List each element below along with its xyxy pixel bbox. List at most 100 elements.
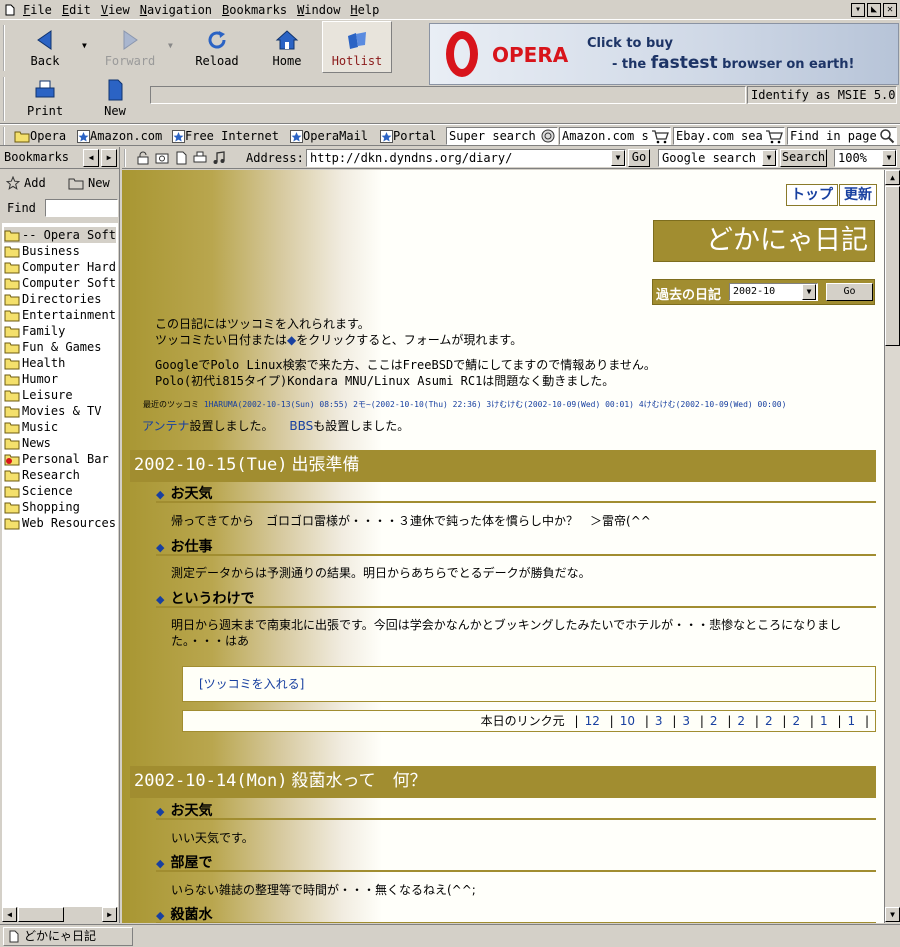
find-in-page-field[interactable]: Find in page xyxy=(787,127,897,145)
camera-icon[interactable] xyxy=(155,151,169,165)
bookmark-folder[interactable]: Health xyxy=(4,355,116,371)
diamond-icon[interactable]: ◆ xyxy=(156,909,164,922)
menu-help[interactable]: Help xyxy=(345,0,384,20)
ebay-search-field[interactable]: Ebay.com sea xyxy=(673,127,785,145)
recent-comment-link[interactable]: 4けむけむ(2002-10-09(Wed) 00:00) xyxy=(639,400,787,409)
menu-window[interactable]: Window xyxy=(292,0,345,20)
scroll-up-icon[interactable]: ▲ xyxy=(885,170,900,185)
menu-edit[interactable]: Edit xyxy=(57,0,96,20)
recent-comment-link[interactable]: 2モ~(2002-10-10(Thu) 22:36) xyxy=(353,400,481,409)
search-engine-select[interactable]: Google search xyxy=(658,149,778,167)
menu-file[interactable]: File xyxy=(18,0,57,20)
menu-navigation[interactable]: Navigation xyxy=(135,0,217,20)
search-globe-icon[interactable] xyxy=(540,128,556,144)
toolbar-grip-2[interactable] xyxy=(3,77,9,121)
menu-bookmarks[interactable]: Bookmarks xyxy=(217,0,292,20)
referrer-count[interactable]: 3 xyxy=(655,714,663,728)
day-header[interactable]: 2002-10-15(Tue) 出張準備 xyxy=(130,450,876,482)
shopping-cart-icon[interactable] xyxy=(651,128,669,144)
referrer-count[interactable]: 12 xyxy=(585,714,600,728)
back-button[interactable]: Back xyxy=(10,25,80,73)
bookmark-folder[interactable]: Shopping xyxy=(4,499,116,515)
bookmark-folder[interactable]: News xyxy=(4,435,116,451)
day-header[interactable]: 2002-10-14(Mon) 殺菌水って 何？ xyxy=(130,766,876,798)
new-page-button[interactable]: New xyxy=(80,75,150,123)
bookmark-folder[interactable]: Web Resources xyxy=(4,515,116,531)
bbs-link[interactable]: BBS xyxy=(289,419,313,433)
bookmark-folder[interactable]: Computer Hardware xyxy=(4,259,116,275)
nav-update-link[interactable]: 更新 xyxy=(839,184,877,206)
tsukkomi-diamond-icon[interactable]: ◆ xyxy=(287,333,296,347)
page-tab[interactable]: どかにゃ日記 xyxy=(3,927,133,946)
bookmark-folder[interactable]: Entertainment xyxy=(4,307,116,323)
referrer-count[interactable]: 3 xyxy=(682,714,690,728)
recent-comment-link[interactable]: 3けむけむ(2002-10-09(Wed) 00:01) xyxy=(486,400,634,409)
bookmark-folder[interactable]: Family xyxy=(4,323,116,339)
document-icon[interactable] xyxy=(174,151,188,165)
add-bookmark-button[interactable]: Add xyxy=(6,176,46,190)
window-icon[interactable] xyxy=(2,0,18,20)
bookmark-folder[interactable]: -- Opera Software xyxy=(4,227,116,243)
music-note-icon[interactable] xyxy=(212,151,226,165)
home-button[interactable]: Home xyxy=(252,25,322,73)
panel-hscroll[interactable]: ◀ ▶ xyxy=(2,907,118,922)
tsukkomi-link[interactable]: [ツッコミを入れる] xyxy=(199,675,304,692)
go-button[interactable]: Go xyxy=(628,149,650,167)
search-engine-chevron-icon[interactable]: ▼ xyxy=(762,150,776,166)
bookmark-folder[interactable]: Leisure xyxy=(4,387,116,403)
scroll-down-icon[interactable]: ▼ xyxy=(885,907,900,922)
forward-history-chevron-icon[interactable]: ▼ xyxy=(168,41,173,50)
hotlist-button[interactable]: Hotlist xyxy=(322,21,392,73)
back-history-chevron-icon[interactable]: ▼ xyxy=(82,41,87,50)
past-diary-chevron-icon[interactable]: ▼ xyxy=(802,284,816,300)
restore-icon[interactable]: ◣ xyxy=(867,3,881,17)
new-folder-button[interactable]: New xyxy=(68,176,110,190)
zoom-chevron-icon[interactable]: ▼ xyxy=(882,150,896,166)
magnifier-icon[interactable] xyxy=(879,128,895,144)
antenna-link[interactable]: アンテナ xyxy=(142,419,190,433)
bookmark-folder[interactable]: Fun & Games xyxy=(4,339,116,355)
personal-link-amazon[interactable]: Amazon.com xyxy=(77,127,162,145)
menu-view[interactable]: View xyxy=(96,0,135,20)
referrer-count[interactable]: 2 xyxy=(737,714,745,728)
super-search-field[interactable]: Super search xyxy=(446,127,558,145)
recent-comment-link[interactable]: 1HARUMA(2002-10-13(Sun) 08:55) xyxy=(204,400,349,409)
referrer-count[interactable]: 1 xyxy=(847,714,855,728)
referrer-count[interactable]: 1 xyxy=(820,714,828,728)
bookmark-folder[interactable]: Humor xyxy=(4,371,116,387)
print-button[interactable]: Print xyxy=(10,75,80,123)
referrer-count[interactable]: 2 xyxy=(765,714,773,728)
identify-as-selector[interactable]: Identify as MSIE 5.0 xyxy=(747,86,897,104)
referrer-count[interactable]: 10 xyxy=(620,714,635,728)
bookmark-folder[interactable]: Directories xyxy=(4,291,116,307)
vscroll-thumb[interactable] xyxy=(885,186,900,346)
bookmark-folder[interactable]: Business xyxy=(4,243,116,259)
hscroll-thumb[interactable] xyxy=(18,907,64,922)
bookmark-folder[interactable]: Computer Software xyxy=(4,275,116,291)
url-input[interactable]: http://dkn.dyndns.org/diary/ xyxy=(306,149,626,167)
personal-link-opera[interactable]: Opera xyxy=(14,127,66,145)
diamond-icon[interactable]: ◆ xyxy=(156,593,164,606)
nav-top-link[interactable]: トップ xyxy=(786,184,838,206)
personal-link-free-internet[interactable]: Free Internet xyxy=(172,127,279,145)
print-preview-icon[interactable] xyxy=(193,151,207,165)
panel-next-chevron-icon[interactable]: ▶ xyxy=(101,149,117,167)
past-diary-go-button[interactable]: Go xyxy=(826,283,873,301)
minimize-icon[interactable]: ▾ xyxy=(851,3,865,17)
diamond-icon[interactable]: ◆ xyxy=(156,541,164,554)
bookmark-folder[interactable]: Music xyxy=(4,419,116,435)
scroll-right-icon[interactable]: ▶ xyxy=(102,907,117,922)
scroll-left-icon[interactable]: ◀ xyxy=(2,907,17,922)
forward-button[interactable]: Forward xyxy=(95,25,165,73)
personal-link-operamail[interactable]: OperaMail xyxy=(290,127,368,145)
bookmark-folder[interactable]: Movies & TV xyxy=(4,403,116,419)
referrer-count[interactable]: 2 xyxy=(710,714,718,728)
page-vscroll[interactable]: ▲ ▼ xyxy=(884,170,900,923)
bookmark-find-input[interactable] xyxy=(45,199,118,217)
close-icon[interactable]: ✕ xyxy=(883,3,897,17)
bookmark-folder[interactable]: Research xyxy=(4,467,116,483)
bookmark-folder[interactable]: Personal Bar xyxy=(4,451,116,467)
bookmark-folder[interactable]: Science xyxy=(4,483,116,499)
diamond-icon[interactable]: ◆ xyxy=(156,857,164,870)
url-dropdown-chevron-icon[interactable]: ▼ xyxy=(611,150,625,166)
